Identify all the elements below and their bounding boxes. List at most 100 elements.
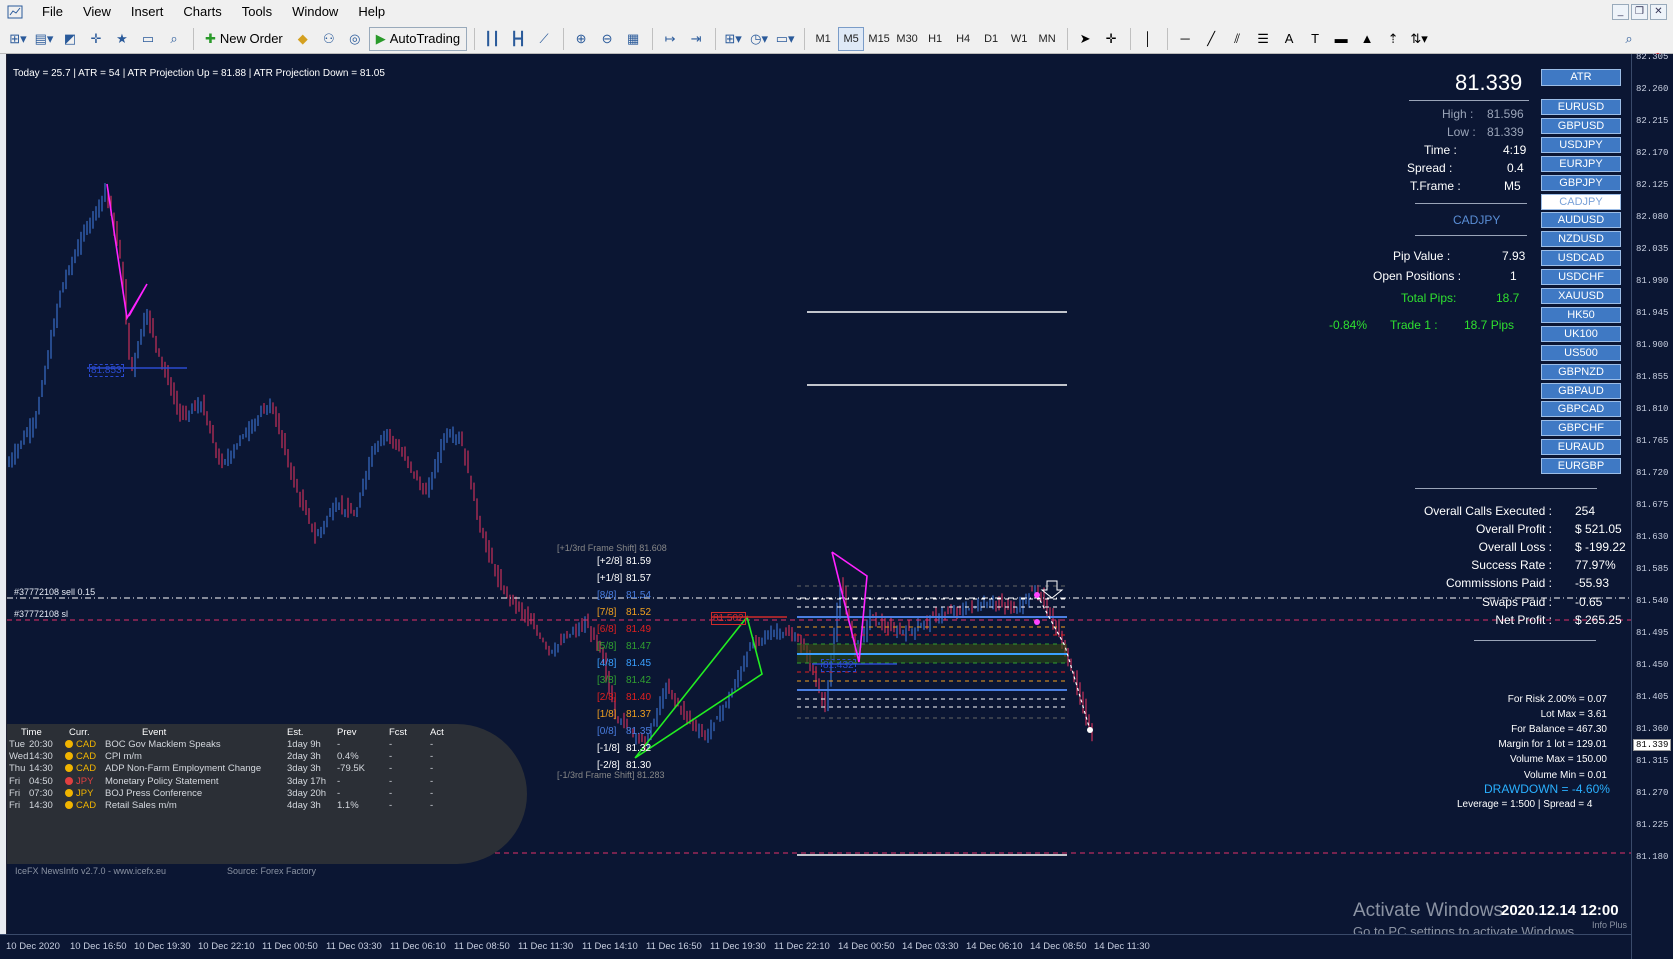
murrey-tag: [-1/8] xyxy=(597,743,620,754)
news-currency: JPY xyxy=(65,788,93,799)
crosshair-icon[interactable]: ✛ xyxy=(1099,27,1123,51)
news-currency: CAD xyxy=(65,751,96,762)
tf-h1[interactable]: H1 xyxy=(922,27,948,51)
tf-h4[interactable]: H4 xyxy=(950,27,976,51)
menu-tools[interactable]: Tools xyxy=(232,0,282,24)
price-scale[interactable]: 82.305 82.260 82.215 82.170 82.125 82.080 82.0… xyxy=(1631,52,1673,959)
arrows-icon[interactable]: ⇡ xyxy=(1381,27,1405,51)
vertical-line-icon[interactable]: │ xyxy=(1136,27,1160,51)
cursor-icon[interactable]: ➤ xyxy=(1073,27,1097,51)
menu-help[interactable]: Help xyxy=(348,0,395,24)
autotrading-button[interactable]: ▶ AutoTrading xyxy=(368,26,468,51)
stat-value: -0.65 xyxy=(1575,594,1603,609)
navigator-icon[interactable]: ✛ xyxy=(84,27,108,51)
symbol-button-cadjpy[interactable]: CADJPY xyxy=(1541,193,1621,210)
menu-charts[interactable]: Charts xyxy=(173,0,231,24)
symbol-button-hk50[interactable]: HK50 xyxy=(1541,306,1621,323)
zoom-in-icon[interactable]: ⊕ xyxy=(569,27,593,51)
symbol-button-gbpnzd[interactable]: GBPNZD xyxy=(1541,363,1621,380)
symbol-button-gbpjpy[interactable]: GBPJPY xyxy=(1541,174,1621,191)
news-row[interactable]: Fri 14:30 CAD Retail Sales m/m 4day 3h 1.1% - - xyxy=(7,800,527,812)
murrey-price: 81.57 xyxy=(626,573,652,584)
search-icon[interactable]: ⌕ xyxy=(1617,27,1641,51)
horizontal-line-icon[interactable]: ─ xyxy=(1173,27,1197,51)
bar-chart-icon[interactable]: ┃┃ xyxy=(480,27,504,51)
rectangle-icon[interactable]: ▬ xyxy=(1329,27,1353,51)
news-footer[interactable]: IceFX NewsInfo v2.7.0 - www.icefx.eu xyxy=(15,866,166,876)
stop-loss-label[interactable]: #37772108 sl xyxy=(14,609,68,619)
tf-d1[interactable]: D1 xyxy=(978,27,1004,51)
time-scale[interactable]: 10 Dec 2020 10 Dec 16:50 10 Dec 19:30 10 De… xyxy=(0,934,1631,959)
news-row[interactable]: Fri 04:50 JPY Monetary Policy Statement 3day… xyxy=(7,776,527,788)
news-row[interactable]: Tue 20:30 CAD BOC Gov Macklem Speaks 1day 9h… xyxy=(7,739,527,751)
tf-m15[interactable]: M15 xyxy=(866,27,892,51)
terminal-icon[interactable]: ▭ xyxy=(136,27,160,51)
more-objects-icon[interactable]: ⇅▾ xyxy=(1407,27,1431,51)
symbol-button-gbpaud[interactable]: GBPAUD xyxy=(1541,382,1621,399)
tf-w1[interactable]: W1 xyxy=(1006,27,1032,51)
menu-window[interactable]: Window xyxy=(282,0,348,24)
frame-shift-up: [+1/3rd Frame Shift] 81.608 xyxy=(557,543,667,553)
symbol-button-gbpcad[interactable]: GBPCAD xyxy=(1541,401,1621,418)
symbol-button-eurjpy[interactable]: EURJPY xyxy=(1541,155,1621,172)
price-tick: 81.450 xyxy=(1636,660,1669,670)
close-button[interactable]: ✕ xyxy=(1650,4,1667,20)
atr-button[interactable]: ATR xyxy=(1541,69,1621,86)
menu-insert[interactable]: Insert xyxy=(121,0,174,24)
new-order-button[interactable]: ✚ New Order xyxy=(199,27,289,51)
channel-icon[interactable]: ⫽ xyxy=(1225,27,1249,51)
news-row[interactable]: Fri 07:30 JPY BOJ Press Conference 3day 20h -… xyxy=(7,788,527,800)
tile-windows-icon[interactable]: ▦ xyxy=(621,27,645,51)
symbol-button-gbpusd[interactable]: GBPUSD xyxy=(1541,117,1621,134)
candlestick-icon[interactable]: ┣┫ xyxy=(506,27,530,51)
menu-file[interactable]: File xyxy=(32,0,73,24)
tf-mn[interactable]: MN xyxy=(1034,27,1060,51)
templates-icon[interactable]: ▭▾ xyxy=(773,27,797,51)
symbol-button-euraud[interactable]: EURAUD xyxy=(1541,439,1621,456)
profiles-icon[interactable]: ▤▾ xyxy=(32,27,56,51)
symbol-button-xauusd[interactable]: XAUUSD xyxy=(1541,288,1621,304)
menu-view[interactable]: View xyxy=(73,0,121,24)
periods-icon[interactable]: ◷▾ xyxy=(747,27,771,51)
news-event: BOJ Press Conference xyxy=(105,787,203,799)
auto-scroll-icon[interactable]: ↦ xyxy=(658,27,682,51)
chart-shift-icon[interactable]: ⇥ xyxy=(684,27,708,51)
triangle-icon[interactable]: ▲ xyxy=(1355,27,1379,51)
text-icon[interactable]: A xyxy=(1277,27,1301,51)
symbol-button-usdchf[interactable]: USDCHF xyxy=(1541,269,1621,286)
news-row[interactable]: Wed 14:30 CAD CPI m/m 2day 3h 0.4% - - xyxy=(7,751,527,763)
symbol-button-audusd[interactable]: AUDUSD xyxy=(1541,212,1621,229)
tester-icon[interactable]: ⌕ xyxy=(162,27,186,51)
market-watch-icon[interactable]: ◩ xyxy=(58,27,82,51)
price-chart[interactable]: Today = 25.7 | ATR = 54 | ATR Projection… xyxy=(6,54,1631,934)
symbol-button-uk100[interactable]: UK100 xyxy=(1541,325,1621,342)
market-icon[interactable]: ◎ xyxy=(343,27,367,51)
tf-m5[interactable]: M5 xyxy=(838,26,865,51)
symbol-button-eurgbp[interactable]: EURGBP xyxy=(1541,458,1621,475)
news-row[interactable]: Thu 14:30 CAD ADP Non-Farm Employment Chang… xyxy=(7,763,527,775)
signals-icon[interactable]: ⚇ xyxy=(317,27,341,51)
symbol-button-usdcad[interactable]: USDCAD xyxy=(1541,250,1621,267)
symbol-button-nzdusd[interactable]: NZDUSD xyxy=(1541,231,1621,248)
total-pips-label: Total Pips: xyxy=(1401,291,1457,305)
metaeditor-icon[interactable]: ◆ xyxy=(291,27,315,51)
tf-m30[interactable]: M30 xyxy=(894,27,920,51)
pip-value: 7.93 xyxy=(1502,249,1526,263)
symbol-button-us500[interactable]: US500 xyxy=(1541,344,1621,361)
minimize-button[interactable]: _ xyxy=(1612,4,1629,20)
sell-order-label[interactable]: #37772108 sell 0.15 xyxy=(14,587,95,597)
new-chart-icon[interactable]: ⊞▾ xyxy=(6,27,30,51)
zoom-out-icon[interactable]: ⊖ xyxy=(595,27,619,51)
line-chart-icon[interactable]: ⟋ xyxy=(532,27,556,51)
symbol-button-eurusd[interactable]: EURUSD xyxy=(1541,99,1621,115)
trendline-icon[interactable]: ╱ xyxy=(1199,27,1223,51)
symbol-button-gbpchf[interactable]: GBPCHF xyxy=(1541,420,1621,437)
folder-icon[interactable]: ★ xyxy=(110,27,134,51)
tf-m1[interactable]: M1 xyxy=(810,27,836,51)
fibonacci-icon[interactable]: ☰ xyxy=(1251,27,1275,51)
pip-value-label: Pip Value : xyxy=(1393,249,1451,263)
symbol-button-usdjpy[interactable]: USDJPY xyxy=(1541,136,1621,153)
restore-button[interactable]: ❐ xyxy=(1631,4,1648,20)
text-label-icon[interactable]: T xyxy=(1303,27,1327,51)
indicators-icon[interactable]: ⊞▾ xyxy=(721,27,745,51)
